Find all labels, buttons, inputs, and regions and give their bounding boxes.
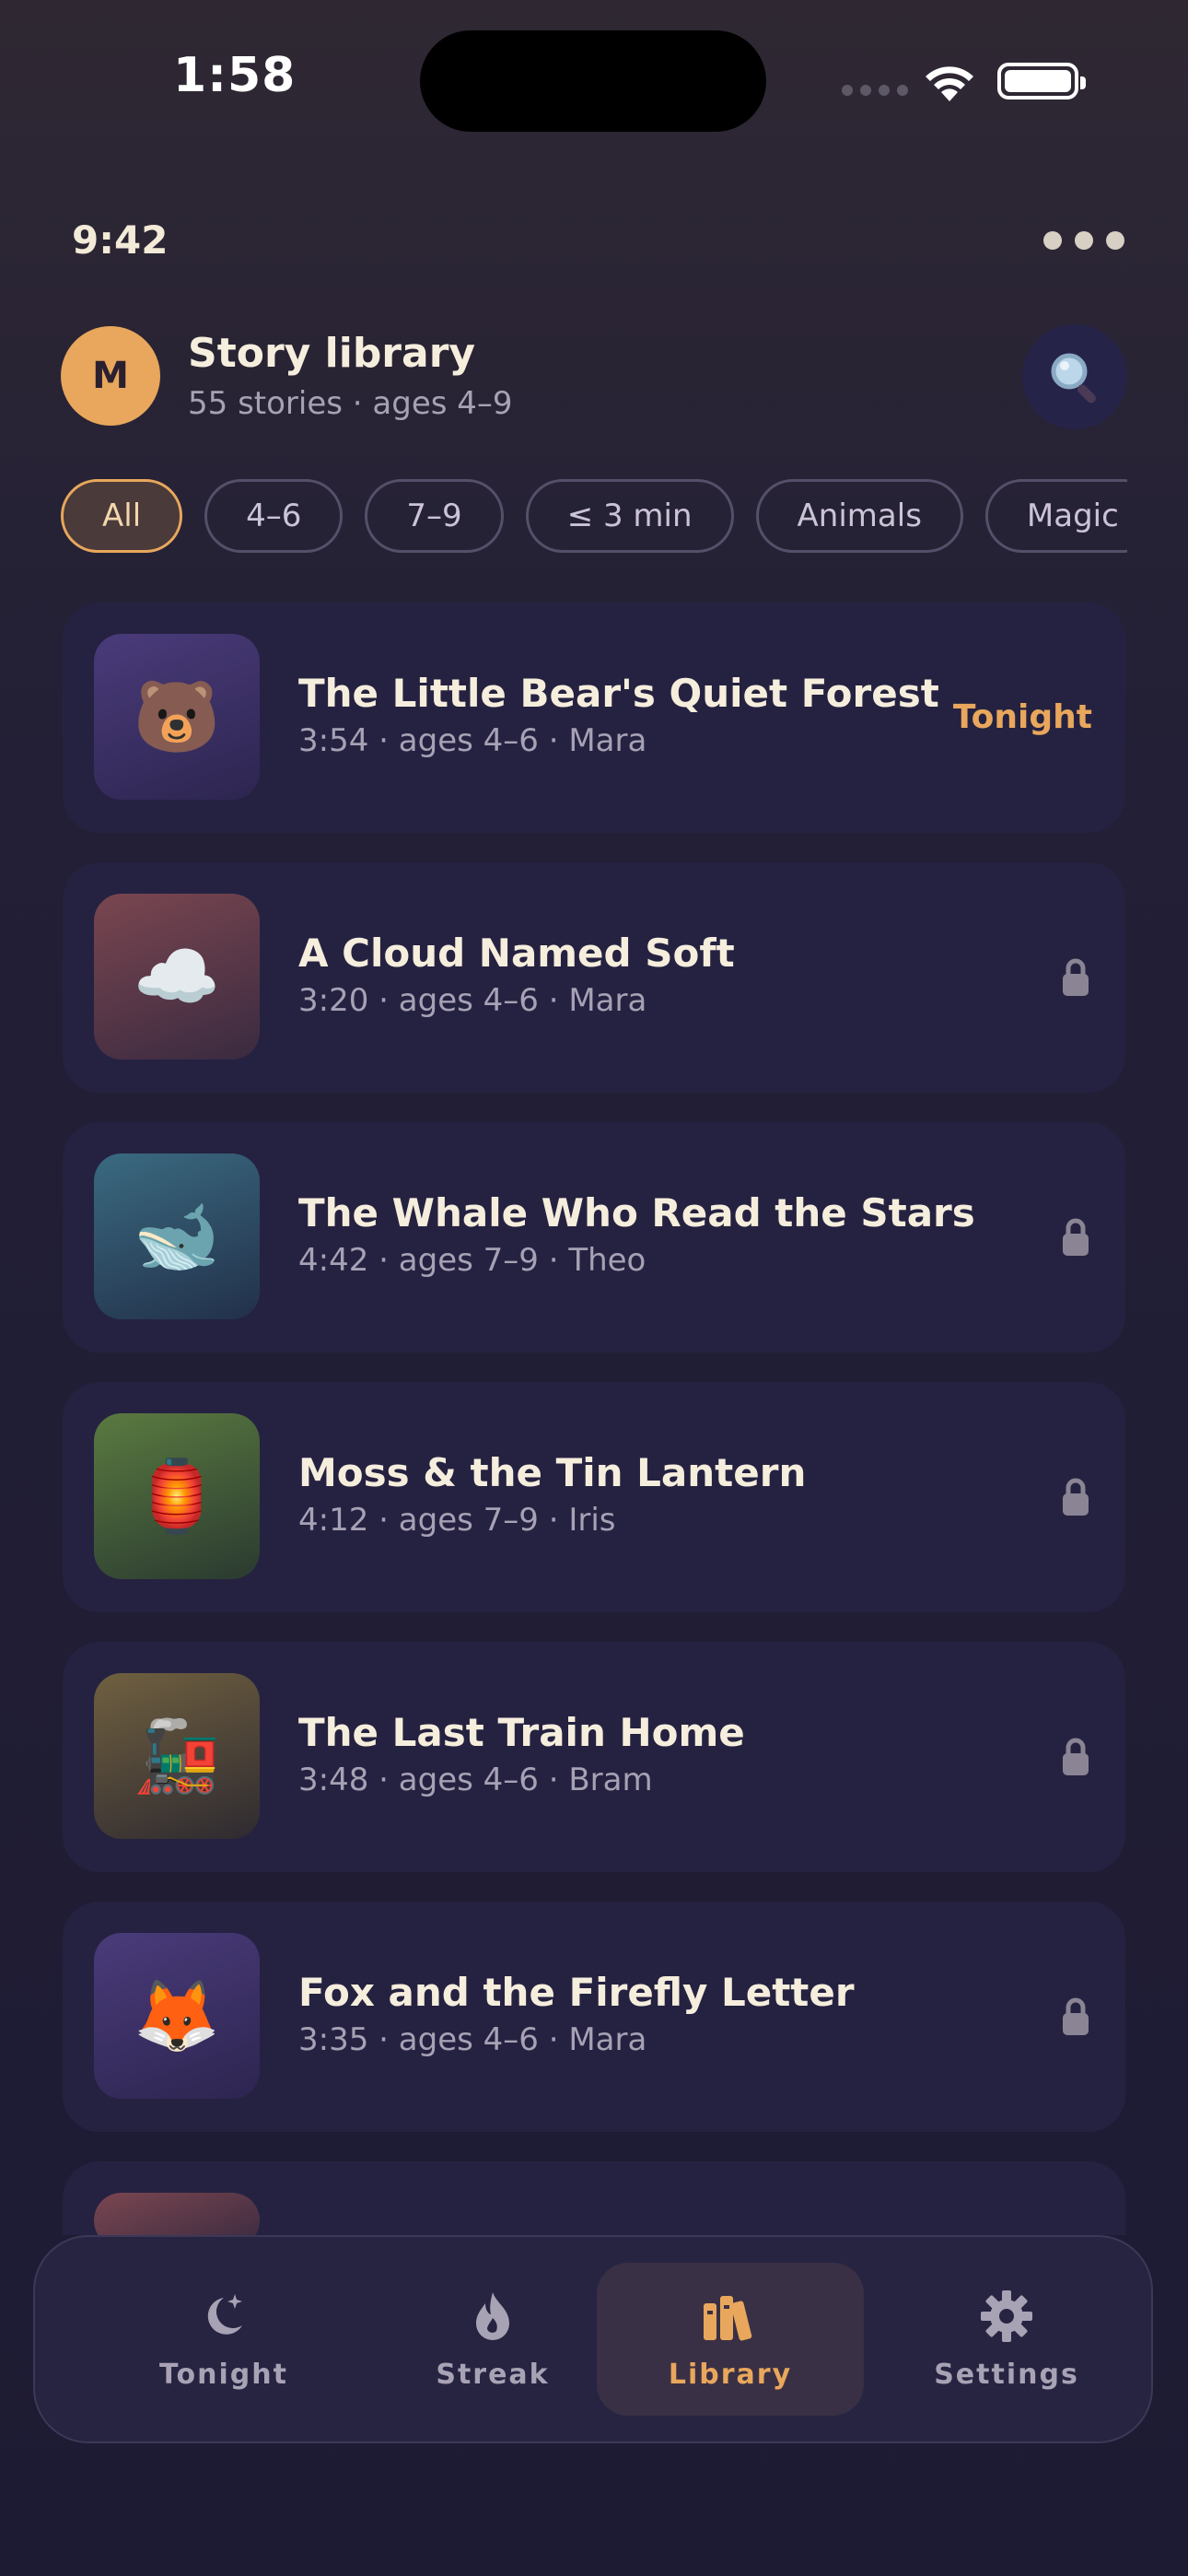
page-title: Story library — [188, 330, 476, 377]
story-title: A Cloud Named Soft — [298, 931, 735, 976]
story-meta: 3:20 · ages 4–6 · Mara — [298, 982, 647, 1019]
tab-library[interactable]: Library — [597, 2263, 864, 2416]
tab-streak[interactable]: Streak — [359, 2263, 626, 2416]
filter-chip[interactable]: Animals — [755, 479, 963, 553]
story-card[interactable]: 🚂 The Last Train Home 3:48 · ages 4–6 · Br… — [63, 1642, 1125, 1872]
story-meta: 4:42 · ages 7–9 · Theo — [298, 1242, 646, 1279]
story-emoji: ☁️ — [133, 935, 221, 1017]
story-card[interactable]: 🦊 Fox and the Firefly Letter 3:35 · ages 4… — [63, 1902, 1125, 2132]
tab-bar: Tonight Streak Library Settings — [33, 2235, 1153, 2443]
story-title: The Little Bear's Quiet Forest — [298, 671, 939, 716]
story-title: The Whale Who Read the Stars — [298, 1190, 975, 1235]
filter-chip[interactable]: ≤ 3 min — [525, 479, 734, 553]
story-meta: 4:12 · ages 7–9 · Iris — [298, 1502, 616, 1539]
filter-chip[interactable]: Magic — [984, 479, 1127, 553]
filter-chip[interactable]: 7–9 — [365, 479, 504, 553]
story-title: Moss & the Tin Lantern — [298, 1450, 807, 1495]
avatar[interactable]: M — [61, 326, 160, 426]
story-thumbnail: 🐋 — [94, 1153, 260, 1319]
books-icon — [700, 2289, 761, 2348]
moon-stars-icon — [196, 2289, 251, 2348]
search-icon — [1051, 353, 1096, 404]
filter-chip[interactable]: All — [61, 479, 183, 553]
story-thumbnail: 🚂 — [94, 1673, 260, 1839]
story-thumbnail — [94, 2193, 260, 2235]
story-meta: 3:35 · ages 4–6 · Mara — [298, 2021, 647, 2058]
story-thumbnail: 🏮 — [94, 1413, 260, 1579]
lock-icon — [1063, 1478, 1089, 1516]
story-title: The Last Train Home — [298, 1710, 745, 1755]
story-card[interactable]: 🏮 Moss & the Tin Lantern 4:12 · ages 7–9 ·… — [63, 1382, 1125, 1612]
cellular-signal-icon — [842, 85, 908, 96]
wifi-icon — [926, 66, 973, 101]
story-emoji: 🚂 — [133, 1715, 221, 1797]
battery-icon — [997, 63, 1086, 100]
tab-label: Tonight — [159, 2358, 288, 2391]
lock-icon — [1063, 958, 1089, 996]
search-button[interactable] — [1022, 324, 1127, 429]
story-thumbnail: ☁️ — [94, 894, 260, 1060]
status-bar-time: 1:58 — [173, 48, 297, 103]
flame-icon — [465, 2289, 520, 2348]
story-emoji: 🐋 — [133, 1195, 221, 1277]
story-card[interactable]: 🐻 The Little Bear's Quiet Forest 3:54 · ag… — [63, 603, 1125, 833]
story-emoji: 🏮 — [133, 1455, 221, 1537]
tab-settings[interactable]: Settings — [873, 2263, 1140, 2416]
tonight-badge: Tonight — [952, 698, 1092, 736]
lock-icon — [1063, 1738, 1089, 1775]
lock-icon — [1063, 1997, 1089, 2035]
story-thumbnail: 🐻 — [94, 634, 260, 800]
story-meta: 3:48 · ages 4–6 · Bram — [298, 1762, 653, 1798]
app-clock: 9:42 — [72, 217, 169, 263]
page-subtitle: 55 stories · ages 4–9 — [188, 385, 513, 422]
tab-tonight[interactable]: Tonight — [90, 2263, 357, 2416]
story-title: Fox and the Firefly Letter — [298, 1970, 855, 2015]
story-card[interactable]: 🐋 The Whale Who Read the Stars 4:42 · ages… — [63, 1122, 1125, 1352]
story-meta: 3:54 · ages 4–6 · Mara — [298, 722, 647, 759]
tab-label: Settings — [934, 2358, 1079, 2391]
lock-icon — [1063, 1218, 1089, 1256]
gear-icon — [979, 2289, 1034, 2348]
story-card-partial[interactable] — [63, 2161, 1125, 2235]
story-thumbnail: 🦊 — [94, 1933, 260, 2099]
story-emoji: 🐻 — [133, 675, 221, 757]
tab-label: Library — [668, 2358, 793, 2391]
story-card[interactable]: ☁️ A Cloud Named Soft 3:20 · ages 4–6 · Ma… — [63, 862, 1125, 1093]
tab-label: Streak — [436, 2358, 550, 2391]
filter-chips: All 4–6 7–9 ≤ 3 min Animals Magic — [61, 479, 1127, 553]
more-dots-icon[interactable] — [1043, 231, 1124, 250]
filter-chip[interactable]: 4–6 — [204, 479, 344, 553]
story-emoji: 🦊 — [133, 1974, 221, 2056]
dynamic-island — [420, 30, 766, 132]
